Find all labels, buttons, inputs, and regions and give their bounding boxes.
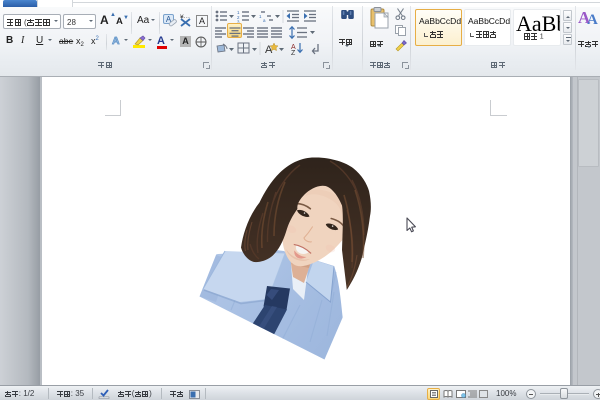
svg-text:a: a	[263, 18, 266, 23]
svg-text:1: 1	[259, 14, 262, 19]
svg-text:Z: Z	[291, 50, 296, 57]
